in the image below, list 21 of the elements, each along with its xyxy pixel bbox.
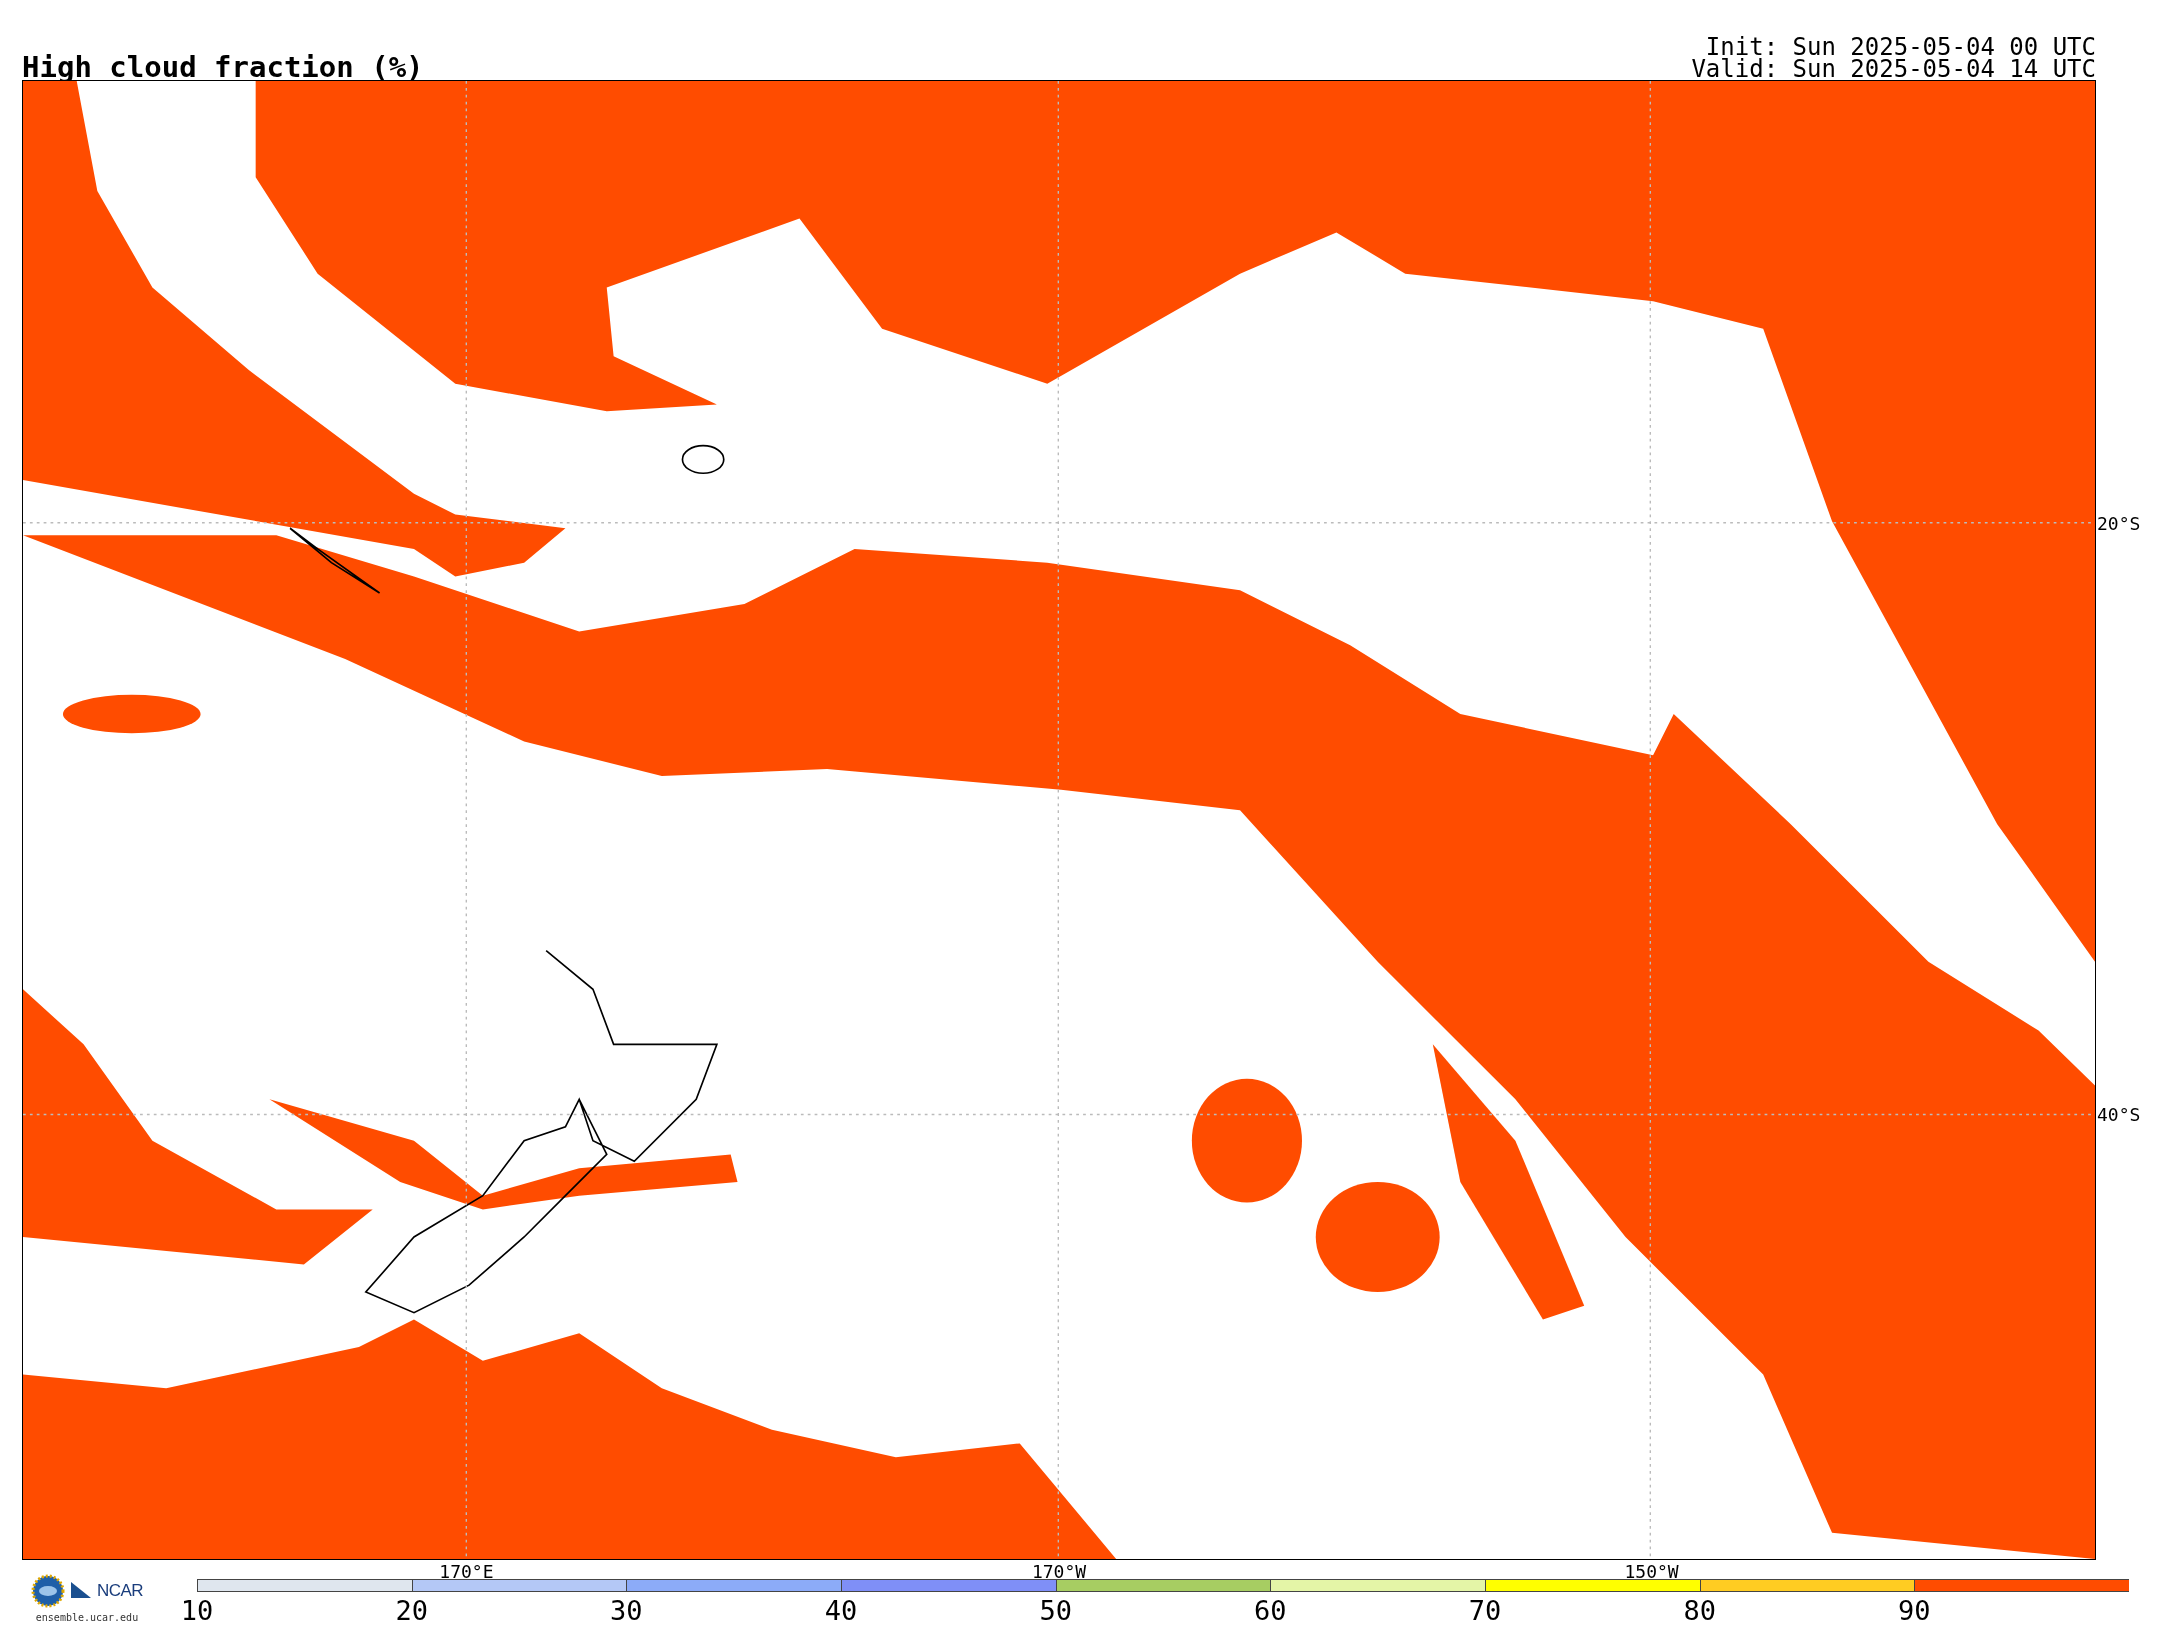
longitude-label: 170°W (1031, 1561, 1087, 1582)
chart-title: High cloud fraction (%) (22, 53, 424, 82)
scale-label: 40 (824, 1595, 858, 1626)
globe-logo-icon (30, 1574, 65, 1608)
scale-label: 10 (180, 1595, 214, 1626)
scale-label: 80 (1683, 1595, 1716, 1626)
longitude-label: 150°W (1624, 1561, 1679, 1582)
latitude-label: 40°S (2096, 1103, 2141, 1125)
scale-label: 70 (1468, 1595, 1502, 1626)
logo-text: NCAR (96, 1581, 144, 1601)
scale-label: 90 (1898, 1595, 1931, 1626)
valid-time: Valid: Sun 2025-05-04 14 UTC (1691, 58, 2096, 80)
scale-label: 60 (1254, 1595, 1287, 1626)
scale-label: 20 (395, 1595, 428, 1626)
wave-logo-icon (70, 1582, 91, 1600)
longitude-label: 170°E (439, 1561, 494, 1582)
init-time: Init: Sun 2025-05-04 00 UTC (1705, 36, 2096, 58)
website-text: ensemble.ucar.edu (35, 1612, 139, 1623)
latitude-label: 20°S (2096, 512, 2141, 534)
scale-label: 50 (1039, 1595, 1072, 1626)
scale-label: 30 (610, 1595, 643, 1626)
